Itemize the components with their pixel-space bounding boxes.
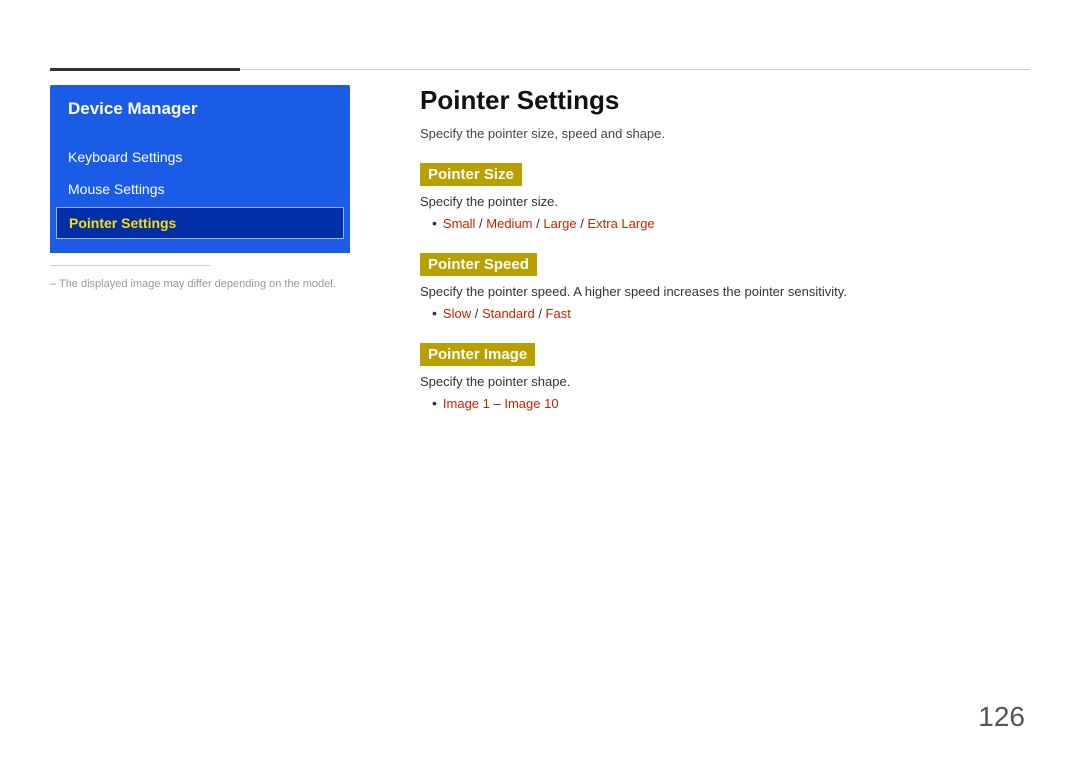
section-heading-pointer-size: Pointer Size [420, 163, 522, 186]
top-bar [50, 68, 1030, 70]
list-item-pointer-speed: Slow / Standard / Fast [432, 305, 1025, 321]
section-pointer-size: Pointer Size Specify the pointer size. S… [420, 163, 1025, 231]
section-heading-pointer-image: Pointer Image [420, 343, 535, 366]
pointer-size-options: Small / Medium / Large / Extra Large [443, 216, 655, 231]
sidebar-item-mouse[interactable]: Mouse Settings [50, 173, 350, 205]
section-desc-pointer-speed: Specify the pointer speed. A higher spee… [420, 284, 1025, 299]
sidebar-item-pointer[interactable]: Pointer Settings [56, 207, 344, 239]
list-item-pointer-image: Image 1 – Image 10 [432, 395, 1025, 411]
section-heading-pointer-speed: Pointer Speed [420, 253, 537, 276]
section-list-pointer-image: Image 1 – Image 10 [420, 395, 1025, 411]
sidebar-divider [50, 265, 210, 266]
top-bar-dark [50, 68, 240, 71]
section-desc-pointer-size: Specify the pointer size. [420, 194, 1025, 209]
section-list-pointer-size: Small / Medium / Large / Extra Large [420, 215, 1025, 231]
sidebar-item-keyboard[interactable]: Keyboard Settings [50, 141, 350, 173]
list-item-pointer-size: Small / Medium / Large / Extra Large [432, 215, 1025, 231]
section-pointer-image: Pointer Image Specify the pointer shape.… [420, 343, 1025, 411]
sidebar-item-label: Keyboard Settings [68, 149, 182, 165]
pointer-speed-options: Slow / Standard / Fast [443, 306, 571, 321]
section-list-pointer-speed: Slow / Standard / Fast [420, 305, 1025, 321]
sidebar-header: Device Manager [50, 85, 350, 133]
section-pointer-speed: Pointer Speed Specify the pointer speed.… [420, 253, 1025, 321]
main-content: Pointer Settings Specify the pointer siz… [420, 85, 1025, 433]
sidebar-menu: Keyboard Settings Mouse Settings Pointer… [50, 133, 350, 253]
sidebar-item-label: Mouse Settings [68, 181, 165, 197]
sidebar-item-label: Pointer Settings [69, 215, 176, 231]
page-title: Pointer Settings [420, 85, 1025, 116]
top-bar-light [240, 69, 1030, 70]
section-desc-pointer-image: Specify the pointer shape. [420, 374, 1025, 389]
sidebar-note: – The displayed image may differ dependi… [50, 278, 336, 290]
page-number: 126 [978, 701, 1025, 733]
page-subtitle: Specify the pointer size, speed and shap… [420, 126, 1025, 141]
sidebar: Device Manager Keyboard Settings Mouse S… [50, 85, 350, 253]
pointer-image-options: Image 1 – Image 10 [443, 396, 559, 411]
